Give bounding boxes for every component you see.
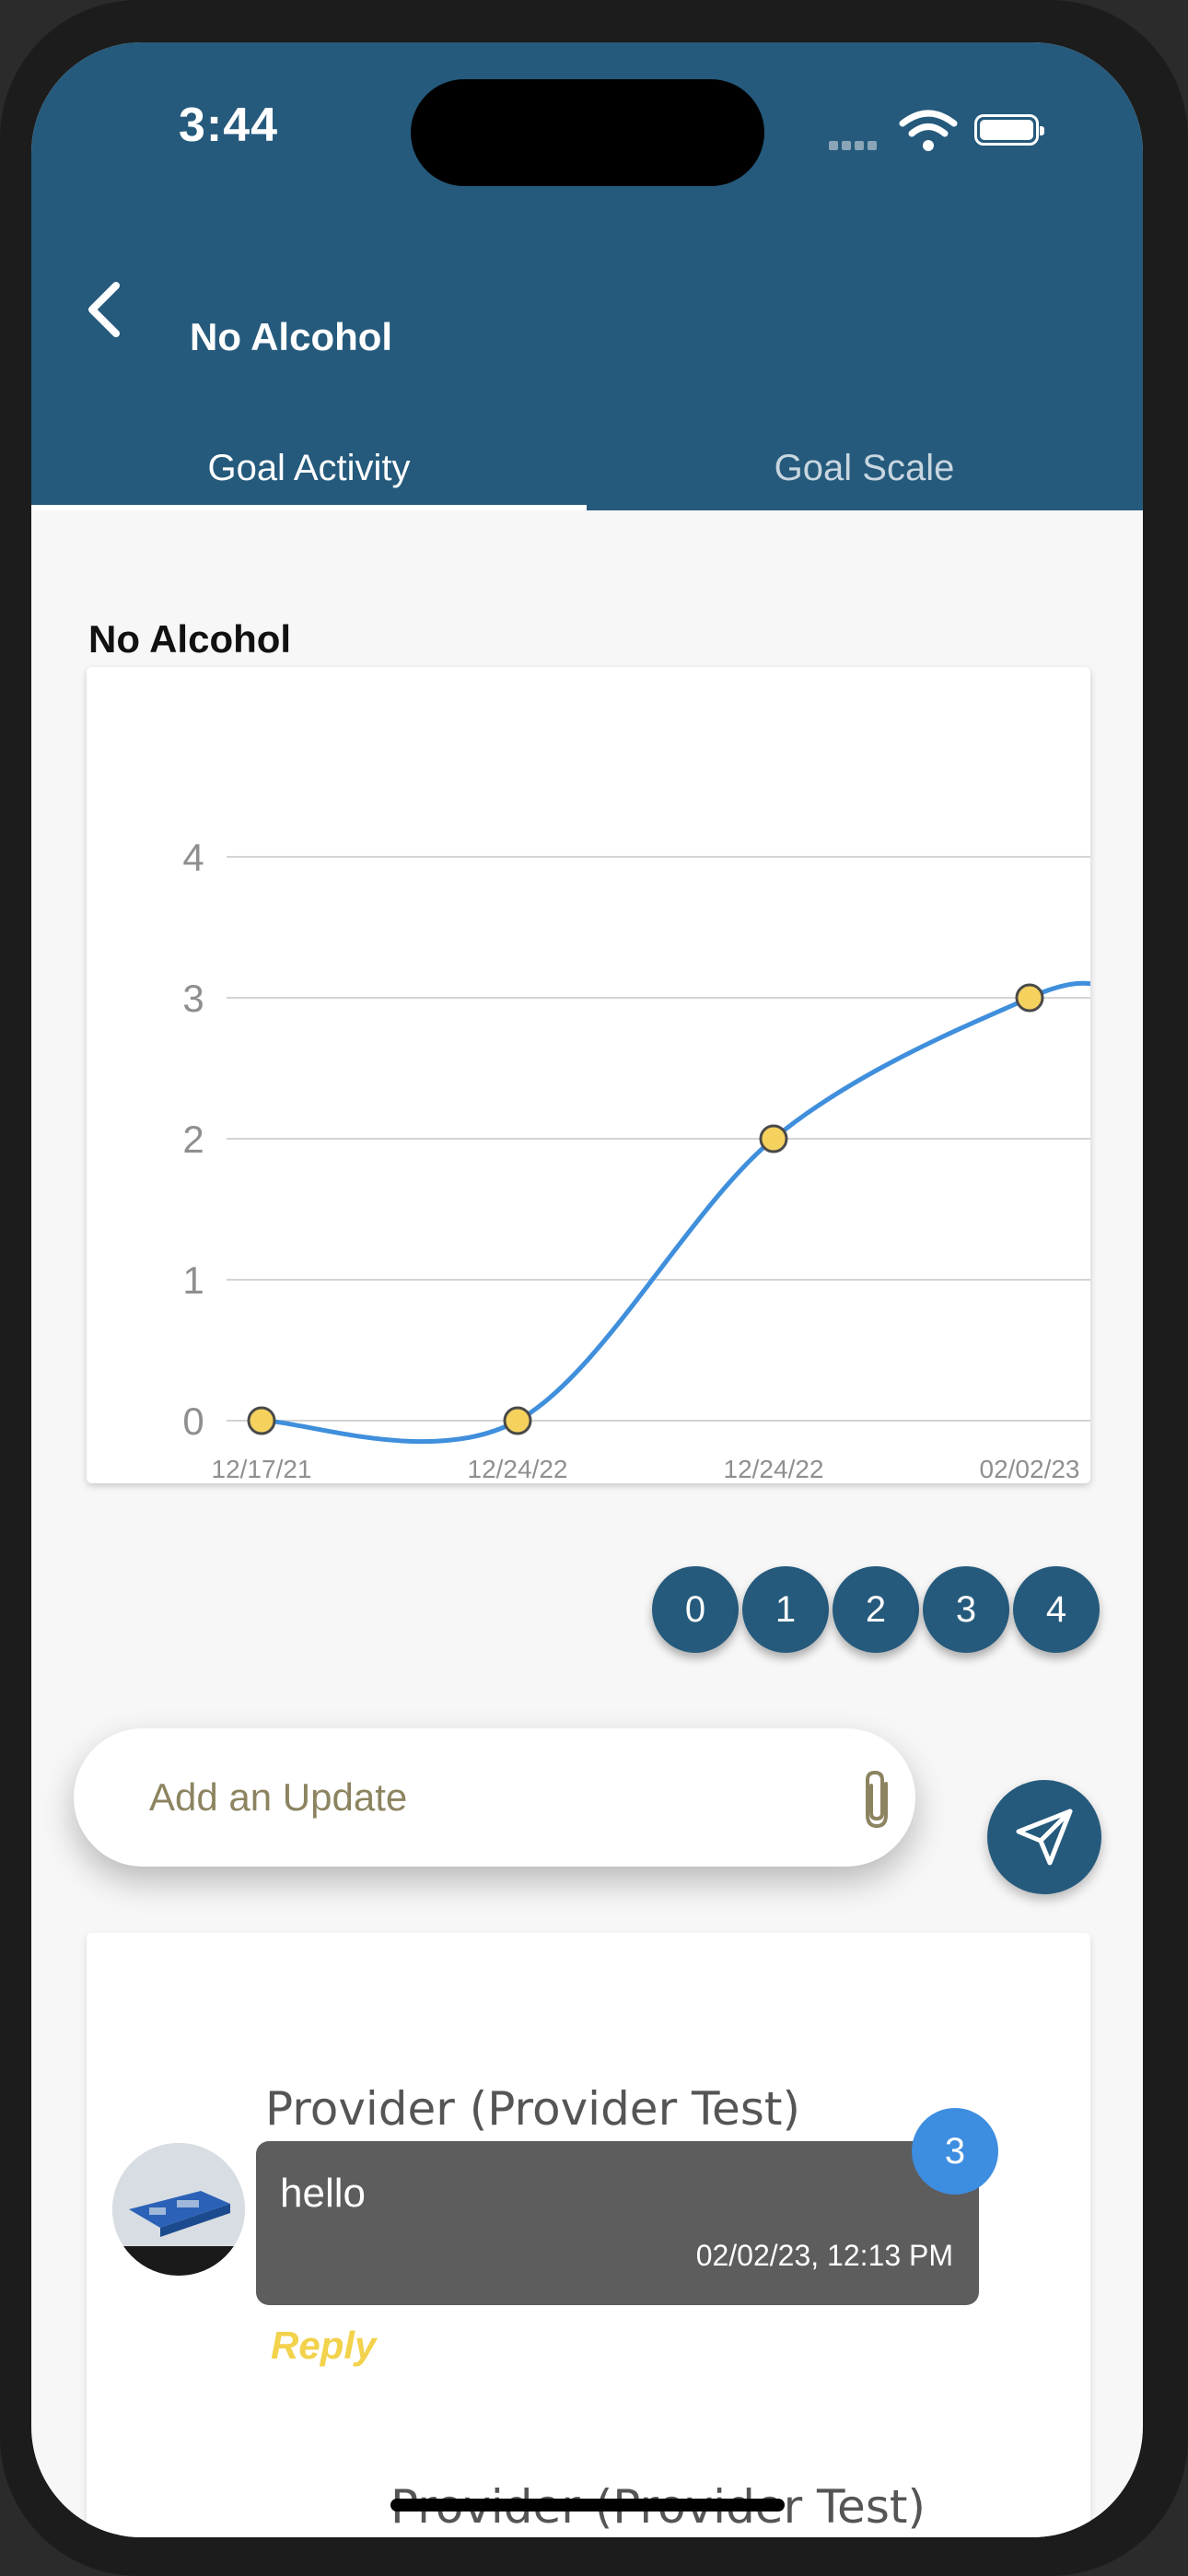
chart-card: 0123412/17/2102:04 PM12/24/2208:43 PM12/… bbox=[87, 667, 1090, 1483]
active-tab-indicator bbox=[31, 505, 587, 510]
scale-button-1[interactable]: 1 bbox=[742, 1566, 829, 1653]
x-tick-label-date: 12/17/21 bbox=[212, 1455, 312, 1483]
scale-button-2[interactable]: 2 bbox=[833, 1566, 919, 1653]
send-button[interactable] bbox=[987, 1780, 1101, 1894]
cellular-signal-icon bbox=[829, 138, 880, 155]
reply-link[interactable]: Reply bbox=[271, 2324, 376, 2368]
device-frame: 3:44 No Alcohol Goal Activity Goal Scale bbox=[0, 0, 1188, 2576]
y-tick-label: 4 bbox=[182, 836, 204, 879]
data-point-1 bbox=[503, 1406, 532, 1435]
back-button[interactable] bbox=[68, 273, 142, 346]
chevron-left-icon bbox=[88, 282, 120, 337]
x-tick-label-date: 12/24/22 bbox=[724, 1455, 824, 1483]
battery-icon bbox=[974, 114, 1044, 146]
message-bubble[interactable]: hello 02/02/23, 12:13 PM bbox=[256, 2141, 979, 2305]
y-tick-label: 1 bbox=[182, 1259, 204, 1302]
goal-title: No Alcohol bbox=[88, 617, 292, 661]
goal-activity-chart: 0123412/17/2102:04 PM12/24/2208:43 PM12/… bbox=[182, 836, 1090, 1483]
avatar-image bbox=[112, 2143, 245, 2276]
dynamic-island bbox=[411, 79, 764, 186]
avatar bbox=[112, 2143, 245, 2276]
tab-goal-scale[interactable]: Goal Scale bbox=[587, 448, 1142, 489]
data-point-2 bbox=[759, 1124, 788, 1153]
message-text: hello bbox=[280, 2171, 366, 2216]
home-indicator bbox=[390, 2499, 785, 2512]
y-tick-label: 3 bbox=[182, 977, 204, 1020]
wifi-icon bbox=[899, 110, 958, 151]
app-header: 3:44 No Alcohol Goal Activity Goal Scale bbox=[31, 42, 1143, 510]
reply-count-badge[interactable]: 3 bbox=[912, 2108, 998, 2195]
data-point-3 bbox=[1015, 983, 1044, 1013]
send-icon bbox=[1016, 1809, 1073, 1866]
update-input[interactable] bbox=[147, 1769, 814, 1826]
scale-button-4[interactable]: 4 bbox=[1013, 1566, 1100, 1653]
message-timestamp: 02/02/23, 12:13 PM bbox=[695, 2239, 953, 2272]
paperclip-icon[interactable] bbox=[858, 1767, 899, 1832]
update-composer bbox=[74, 1728, 915, 1867]
scale-button-0[interactable]: 0 bbox=[652, 1566, 739, 1653]
data-point-0 bbox=[247, 1406, 276, 1435]
scale-button-3[interactable]: 3 bbox=[923, 1566, 1009, 1653]
series-line bbox=[259, 980, 1090, 1445]
app-screen: 3:44 No Alcohol Goal Activity Goal Scale bbox=[31, 42, 1143, 2537]
x-tick-label-date: 02/02/23 bbox=[980, 1455, 1080, 1483]
tab-goal-activity[interactable]: Goal Activity bbox=[31, 448, 587, 489]
y-tick-label: 0 bbox=[182, 1399, 204, 1443]
x-tick-label-date: 12/24/22 bbox=[468, 1455, 568, 1483]
message-author: Provider (Provider Test) bbox=[265, 2082, 800, 2136]
y-tick-label: 2 bbox=[182, 1118, 204, 1161]
messages-card: Provider (Provider Test) hello 02/02/23,… bbox=[87, 1933, 1090, 2537]
page-title: No Alcohol bbox=[190, 315, 393, 358]
status-time: 3:44 bbox=[179, 99, 279, 152]
